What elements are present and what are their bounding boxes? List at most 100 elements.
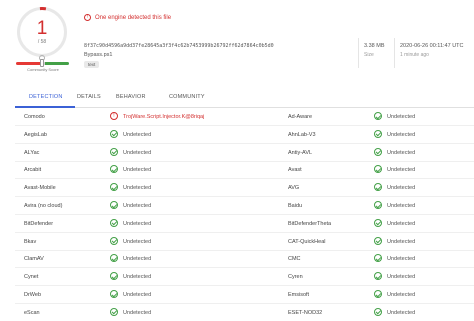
check-icon <box>110 272 118 281</box>
file-size-label: Size <box>364 52 374 58</box>
analysis-date-value: 2020-06-26 00:11:47 UTC <box>400 43 464 49</box>
engine-name: BitDefender <box>24 220 54 227</box>
engine-status: Undetected <box>387 131 416 138</box>
warning-icon: ! <box>84 14 91 21</box>
check-icon <box>374 290 382 298</box>
engine-status: Undetected <box>387 292 416 298</box>
check-icon <box>110 307 118 316</box>
table-row: Comodo! TrojWare.Script.Injector.K@8riqaj… <box>15 108 474 126</box>
tab-bar: DETECTION DETAILS BEHAVIOR COMMUNITY <box>15 89 474 108</box>
engine-name: CMC <box>288 256 301 263</box>
engine-name: CAT-QuickHeal <box>288 238 326 245</box>
engine-status: Undetected <box>387 149 416 156</box>
table-row: AegisLab Undetected AhnLab-V3 Undetected <box>15 126 474 144</box>
engine-status: Undetected <box>123 309 152 316</box>
check-icon <box>374 183 382 192</box>
engine-name: BitDefenderTheta <box>288 220 332 227</box>
engine-status: Undetected <box>387 274 416 281</box>
engine-status: Undetected <box>123 274 152 281</box>
engine-name: Arcabit <box>24 167 42 174</box>
check-icon <box>110 290 118 298</box>
engine-status: Undetected <box>123 203 152 209</box>
engine-name: AhnLab-V3 <box>288 131 316 138</box>
check-icon <box>110 218 118 227</box>
check-icon <box>374 272 382 281</box>
check-icon <box>110 129 118 138</box>
engine-status: Undetected <box>387 238 416 245</box>
table-row: Bkav Undetected CAT-QuickHeal Undetected <box>15 233 474 251</box>
engine-name: ESET-NOD32 <box>288 309 323 316</box>
engine-status: Undetected <box>123 220 152 227</box>
table-row: BitDefender Undetected BitDefenderTheta Und… <box>15 215 474 233</box>
table-row: DrWeb Undetected Emsisoft Undetected <box>15 286 474 304</box>
table-row: ALYac Undetected Antiy-AVL Undetected <box>15 144 474 162</box>
engine-status: Undetected <box>123 149 152 156</box>
check-icon <box>374 201 382 209</box>
tab-detection[interactable]: DETECTION <box>29 94 63 100</box>
engine-name: Baidu <box>288 203 303 209</box>
check-icon <box>374 236 382 245</box>
engine-name: Cynet <box>24 274 39 281</box>
file-hash[interactable]: 8f37c90d4596a9dd37fe28645a3f3f4c62b74539… <box>84 43 274 49</box>
check-icon <box>374 147 382 156</box>
divider <box>394 38 395 68</box>
engine-name: Avast-Mobile <box>24 185 56 192</box>
check-icon <box>110 236 118 245</box>
community-score-label: Community Score <box>27 67 59 72</box>
engine-status: Undetected <box>123 185 152 192</box>
check-icon <box>110 183 118 192</box>
engine-name: Comodo <box>24 114 45 120</box>
check-icon <box>374 307 382 316</box>
engine-name: Antiy-AVL <box>288 149 313 156</box>
tab-community[interactable]: COMMUNITY <box>169 94 205 100</box>
detection-count: 1 <box>36 18 48 39</box>
engine-status: Undetected <box>387 220 416 227</box>
file-size-value: 3.38 MB <box>364 43 385 49</box>
engine-status: Undetected <box>123 131 152 138</box>
engine-name: Ad-Aware <box>288 114 313 120</box>
check-icon <box>110 147 118 156</box>
check-icon <box>374 129 382 138</box>
table-row: Cynet Undetected Cyren Undetected <box>15 268 474 287</box>
engine-status: Undetected <box>123 292 152 298</box>
engine-status: Undetected <box>123 238 152 245</box>
table-row: Avira (no cloud) Undetected Baidu Undetecte… <box>15 197 474 215</box>
table-row: ClamAV Undetected CMC Undetected <box>15 250 474 269</box>
check-icon <box>110 201 118 209</box>
engine-name: AegisLab <box>24 131 47 138</box>
engine-name: eScan <box>24 309 40 316</box>
engine-name: Avira (no cloud) <box>24 203 63 209</box>
engine-status: Undetected <box>387 203 416 209</box>
detection-score-ring: 1 / 58 <box>17 7 67 57</box>
detection-notice-text: One engine detected this file <box>95 15 172 22</box>
engine-status: Undetected <box>387 256 416 263</box>
file-name: Bypass.ps1 <box>84 52 113 58</box>
table-row: eScan Undetected ESET-NOD32 Undetected <box>15 304 474 321</box>
engine-status: Undetected <box>387 309 416 316</box>
engine-status: Undetected <box>387 185 416 192</box>
engine-name: Avast <box>288 167 302 174</box>
engine-name: ClamAV <box>24 256 44 263</box>
file-tag[interactable]: text <box>84 61 100 68</box>
engine-name: ALYac <box>24 149 40 156</box>
table-row: Arcabit Undetected Avast Undetected <box>15 161 474 180</box>
threat-icon: ! <box>110 112 118 120</box>
engine-total: / 58 <box>37 39 47 45</box>
detection-notice: ! One engine detected this file <box>84 14 171 21</box>
community-score-marker <box>40 59 44 67</box>
engine-name: Bkav <box>24 238 37 245</box>
engine-status: Undetected <box>123 167 152 174</box>
tab-details[interactable]: DETAILS <box>77 94 101 100</box>
divider <box>358 38 359 68</box>
check-icon <box>374 218 382 227</box>
engine-status: Undetected <box>123 256 152 263</box>
engine-status: Undetected <box>387 114 416 120</box>
engine-name: Cyren <box>288 274 303 281</box>
tab-behavior[interactable]: BEHAVIOR <box>116 94 146 100</box>
detection-result[interactable]: TrojWare.Script.Injector.K@8riqaj <box>123 114 204 120</box>
engine-name: Emsisoft <box>288 292 310 298</box>
table-row: Avast-Mobile Undetected AVG Undetected <box>15 179 474 198</box>
check-icon <box>374 254 382 263</box>
engine-name: DrWeb <box>24 292 42 298</box>
engine-status: Undetected <box>387 167 416 174</box>
